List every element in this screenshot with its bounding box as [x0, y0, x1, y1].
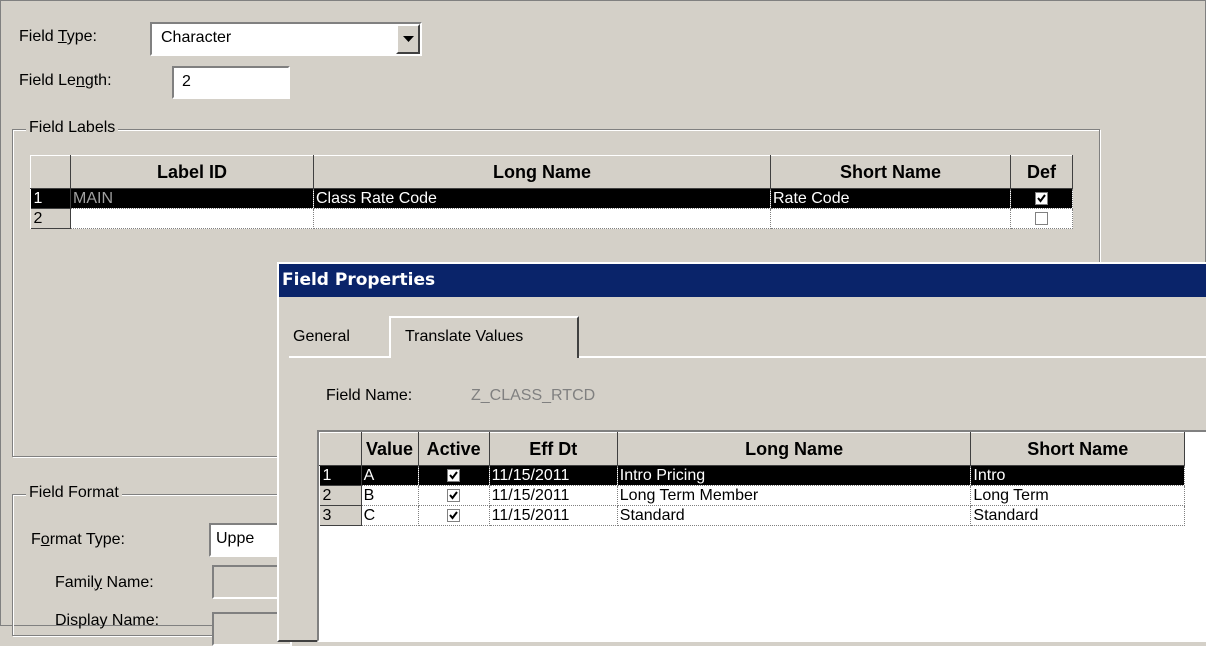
- field-format-legend: Field Format: [26, 484, 122, 502]
- table-header-row: Label ID Long Name Short Name Def: [30, 155, 1073, 189]
- column-header[interactable]: Value: [360, 432, 419, 466]
- display-name-label: Display Name:: [55, 612, 160, 629]
- format-type-value: Uppe: [216, 530, 255, 547]
- def-checkbox[interactable]: [1035, 191, 1048, 205]
- chevron-down-icon: [403, 36, 414, 42]
- value-cell[interactable]: A: [361, 465, 419, 486]
- active-cell[interactable]: [418, 505, 490, 526]
- field-properties-dialog: Field Properties General Translate Value…: [277, 262, 1206, 642]
- tab-general[interactable]: General: [293, 328, 350, 346]
- eff-dt-cell[interactable]: 11/15/2011: [489, 505, 618, 526]
- eff-dt-cell[interactable]: 11/15/2011: [489, 485, 618, 506]
- def-cell[interactable]: [1010, 208, 1073, 229]
- long-name-cell[interactable]: [313, 208, 771, 229]
- field-type-label: Field Type:: [19, 28, 97, 45]
- label-id-cell[interactable]: [70, 208, 314, 229]
- field-length-input[interactable]: 2: [172, 66, 290, 99]
- column-header[interactable]: Active: [417, 432, 490, 466]
- def-cell[interactable]: [1010, 188, 1073, 209]
- column-header[interactable]: Short Name: [770, 155, 1011, 189]
- active-checkbox[interactable]: [447, 488, 461, 502]
- field-labels-table[interactable]: Label ID Long Name Short Name Def 1 MAIN…: [30, 155, 1073, 229]
- field-length-label: Field Length:: [19, 72, 112, 89]
- column-header[interactable]: Eff Dt: [488, 432, 618, 466]
- eff-dt-cell[interactable]: 11/15/2011: [489, 465, 618, 486]
- dialog-title-bar[interactable]: Field Properties: [279, 264, 1206, 297]
- short-name-cell[interactable]: Long Term: [970, 485, 1185, 506]
- column-header[interactable]: Long Name: [616, 432, 972, 466]
- format-type-label: Format Type:: [31, 531, 125, 548]
- long-name-cell[interactable]: Long Term Member: [617, 485, 972, 506]
- long-name-cell[interactable]: Standard: [617, 505, 972, 526]
- row-number[interactable]: 1: [319, 465, 362, 486]
- checkmark-icon: [449, 511, 458, 520]
- tab-translate-values-label: Translate Values: [405, 328, 524, 345]
- column-header[interactable]: Def: [1010, 155, 1073, 189]
- table-row[interactable]: 3 C 11/15/2011 Standard Standard: [319, 505, 1185, 526]
- field-name-value: Z_CLASS_RTCD: [471, 387, 596, 404]
- field-type-dropdown[interactable]: Character: [150, 22, 422, 56]
- short-name-cell[interactable]: Intro: [970, 465, 1185, 486]
- table-row[interactable]: 1 MAIN Class Rate Code Rate Code: [30, 188, 1073, 209]
- long-name-cell[interactable]: Intro Pricing: [617, 465, 972, 486]
- checkmark-icon: [449, 471, 458, 480]
- table-header-row: Value Active Eff Dt Long Name Short Name: [319, 432, 1185, 466]
- row-number[interactable]: 2: [30, 208, 71, 229]
- column-header[interactable]: Label ID: [70, 155, 314, 189]
- table-row[interactable]: 2: [30, 208, 1073, 229]
- field-labels-legend: Field Labels: [26, 119, 119, 137]
- short-name-cell[interactable]: Standard: [970, 505, 1185, 526]
- table-row[interactable]: 2 B 11/15/2011 Long Term Member Long Ter…: [319, 485, 1185, 506]
- field-type-value: Character: [161, 29, 232, 46]
- checkmark-icon: [449, 491, 458, 500]
- long-name-cell[interactable]: Class Rate Code: [313, 188, 771, 209]
- short-name-cell[interactable]: [770, 208, 1011, 229]
- value-cell[interactable]: B: [361, 485, 419, 506]
- active-checkbox[interactable]: [447, 468, 461, 482]
- column-header: [319, 432, 362, 466]
- short-name-cell[interactable]: Rate Code: [770, 188, 1011, 209]
- checkmark-icon: [1037, 194, 1046, 203]
- column-header[interactable]: Long Name: [313, 155, 771, 189]
- family-name-label: Family Name:: [55, 574, 154, 591]
- column-header: [30, 155, 71, 189]
- field-name-label: Field Name:: [326, 387, 413, 404]
- active-checkbox[interactable]: [447, 508, 461, 522]
- row-number[interactable]: 1: [30, 188, 71, 209]
- translate-values-table[interactable]: Value Active Eff Dt Long Name Short Name…: [319, 432, 1185, 526]
- tab-translate-values[interactable]: Translate Values: [389, 316, 579, 358]
- value-cell[interactable]: C: [361, 505, 419, 526]
- field-length-value: 2: [182, 73, 191, 90]
- active-cell[interactable]: [418, 485, 490, 506]
- def-checkbox[interactable]: [1035, 211, 1048, 225]
- label-id-cell[interactable]: MAIN: [70, 188, 314, 209]
- row-number[interactable]: 3: [319, 505, 362, 526]
- row-number[interactable]: 2: [319, 485, 362, 506]
- dropdown-button[interactable]: [396, 24, 420, 54]
- active-cell[interactable]: [418, 465, 490, 486]
- table-row[interactable]: 1 A 11/15/2011 Intro Pricing Intro: [319, 465, 1185, 486]
- dialog-title: Field Properties: [282, 270, 436, 290]
- column-header[interactable]: Short Name: [970, 432, 1185, 466]
